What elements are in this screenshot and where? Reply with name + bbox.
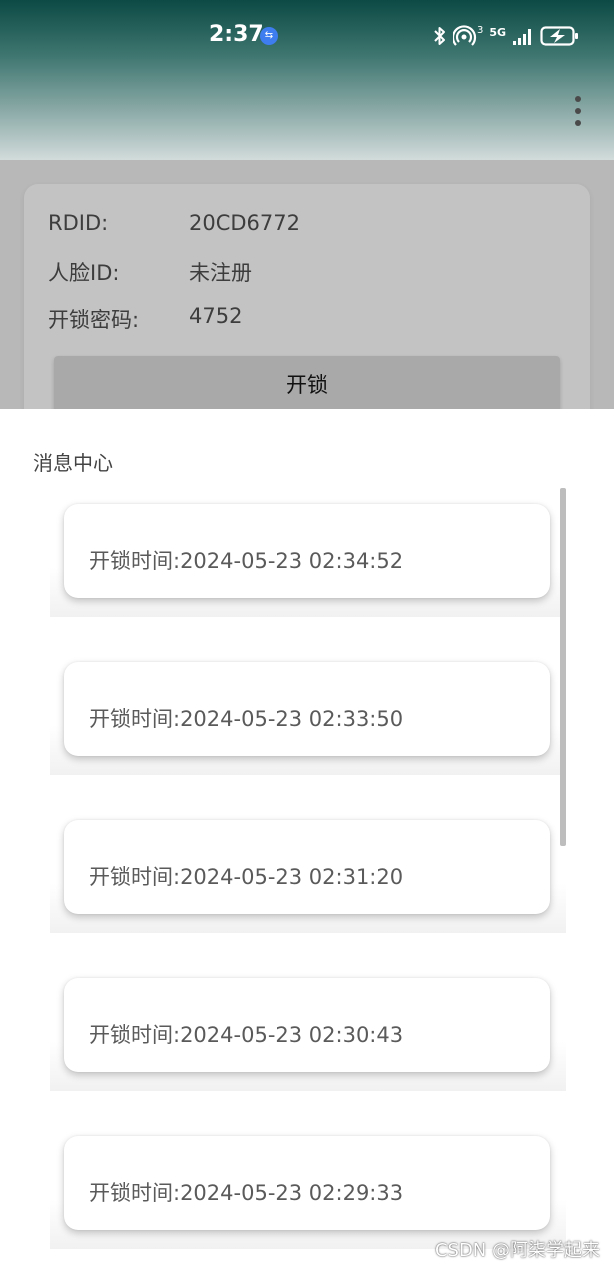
hotspot-badge: 3 [476, 24, 484, 36]
status-icons: 3 5G [433, 22, 580, 50]
status-bar: 2:37 ⇆ 3 5G [0, 0, 614, 72]
list-item[interactable]: 开锁时间:2024-05-23 02:34:52 [64, 504, 550, 598]
password-value: 4752 [189, 304, 243, 328]
unlock-record-text: 开锁时间:2024-05-23 02:33:50 [89, 707, 404, 731]
more-vert-icon[interactable] [570, 96, 586, 126]
rdid-value: 20CD6772 [189, 211, 300, 235]
app-bar: 2:37 ⇆ 3 5G [0, 0, 614, 160]
unlock-button[interactable]: 开锁 [54, 356, 560, 416]
message-list[interactable]: 开锁时间:2024-05-23 02:34:52 开锁时间:2024-05-23… [0, 489, 614, 1266]
bluetooth-icon [434, 27, 445, 45]
list-item[interactable]: 开锁时间:2024-05-23 02:29:33 [64, 1136, 550, 1230]
unlock-record-text: 开锁时间:2024-05-23 02:30:43 [89, 1023, 404, 1047]
watermark: CSDN @阿柒学起来 [434, 1240, 600, 1261]
message-center-title: 消息中心 [33, 451, 113, 475]
hotspot-icon [452, 25, 477, 46]
face-id-value: 未注册 [189, 261, 252, 285]
battery-charging-icon [540, 26, 578, 46]
unlock-record-text: 开锁时间:2024-05-23 02:34:52 [89, 549, 404, 573]
face-id-label: 人脸ID: [48, 261, 120, 285]
status-time: 2:37 [209, 22, 264, 47]
list-item[interactable]: 开锁时间:2024-05-23 02:30:43 [64, 978, 550, 1072]
scrollbar[interactable] [560, 488, 566, 846]
app-screen: 2:37 ⇆ 3 5G RDID: 20CD6772 人脸ID: 未注册 开锁密… [0, 0, 614, 1266]
unlock-record-text: 开锁时间:2024-05-23 02:29:33 [89, 1181, 404, 1205]
network-label: 5G [489, 25, 506, 39]
password-label: 开锁密码: [48, 308, 140, 332]
usb-icon: ⇆ [260, 27, 278, 45]
list-item[interactable]: 开锁时间:2024-05-23 02:33:50 [64, 662, 550, 756]
unlock-record-text: 开锁时间:2024-05-23 02:31:20 [89, 865, 404, 889]
rdid-label: RDID: [48, 211, 109, 235]
list-item[interactable]: 开锁时间:2024-05-23 02:31:20 [64, 820, 550, 914]
signal-5g-icon [513, 29, 531, 45]
message-center-sheet: 消息中心 开锁时间:2024-05-23 02:34:52 开锁时间:2024-… [0, 409, 614, 1266]
